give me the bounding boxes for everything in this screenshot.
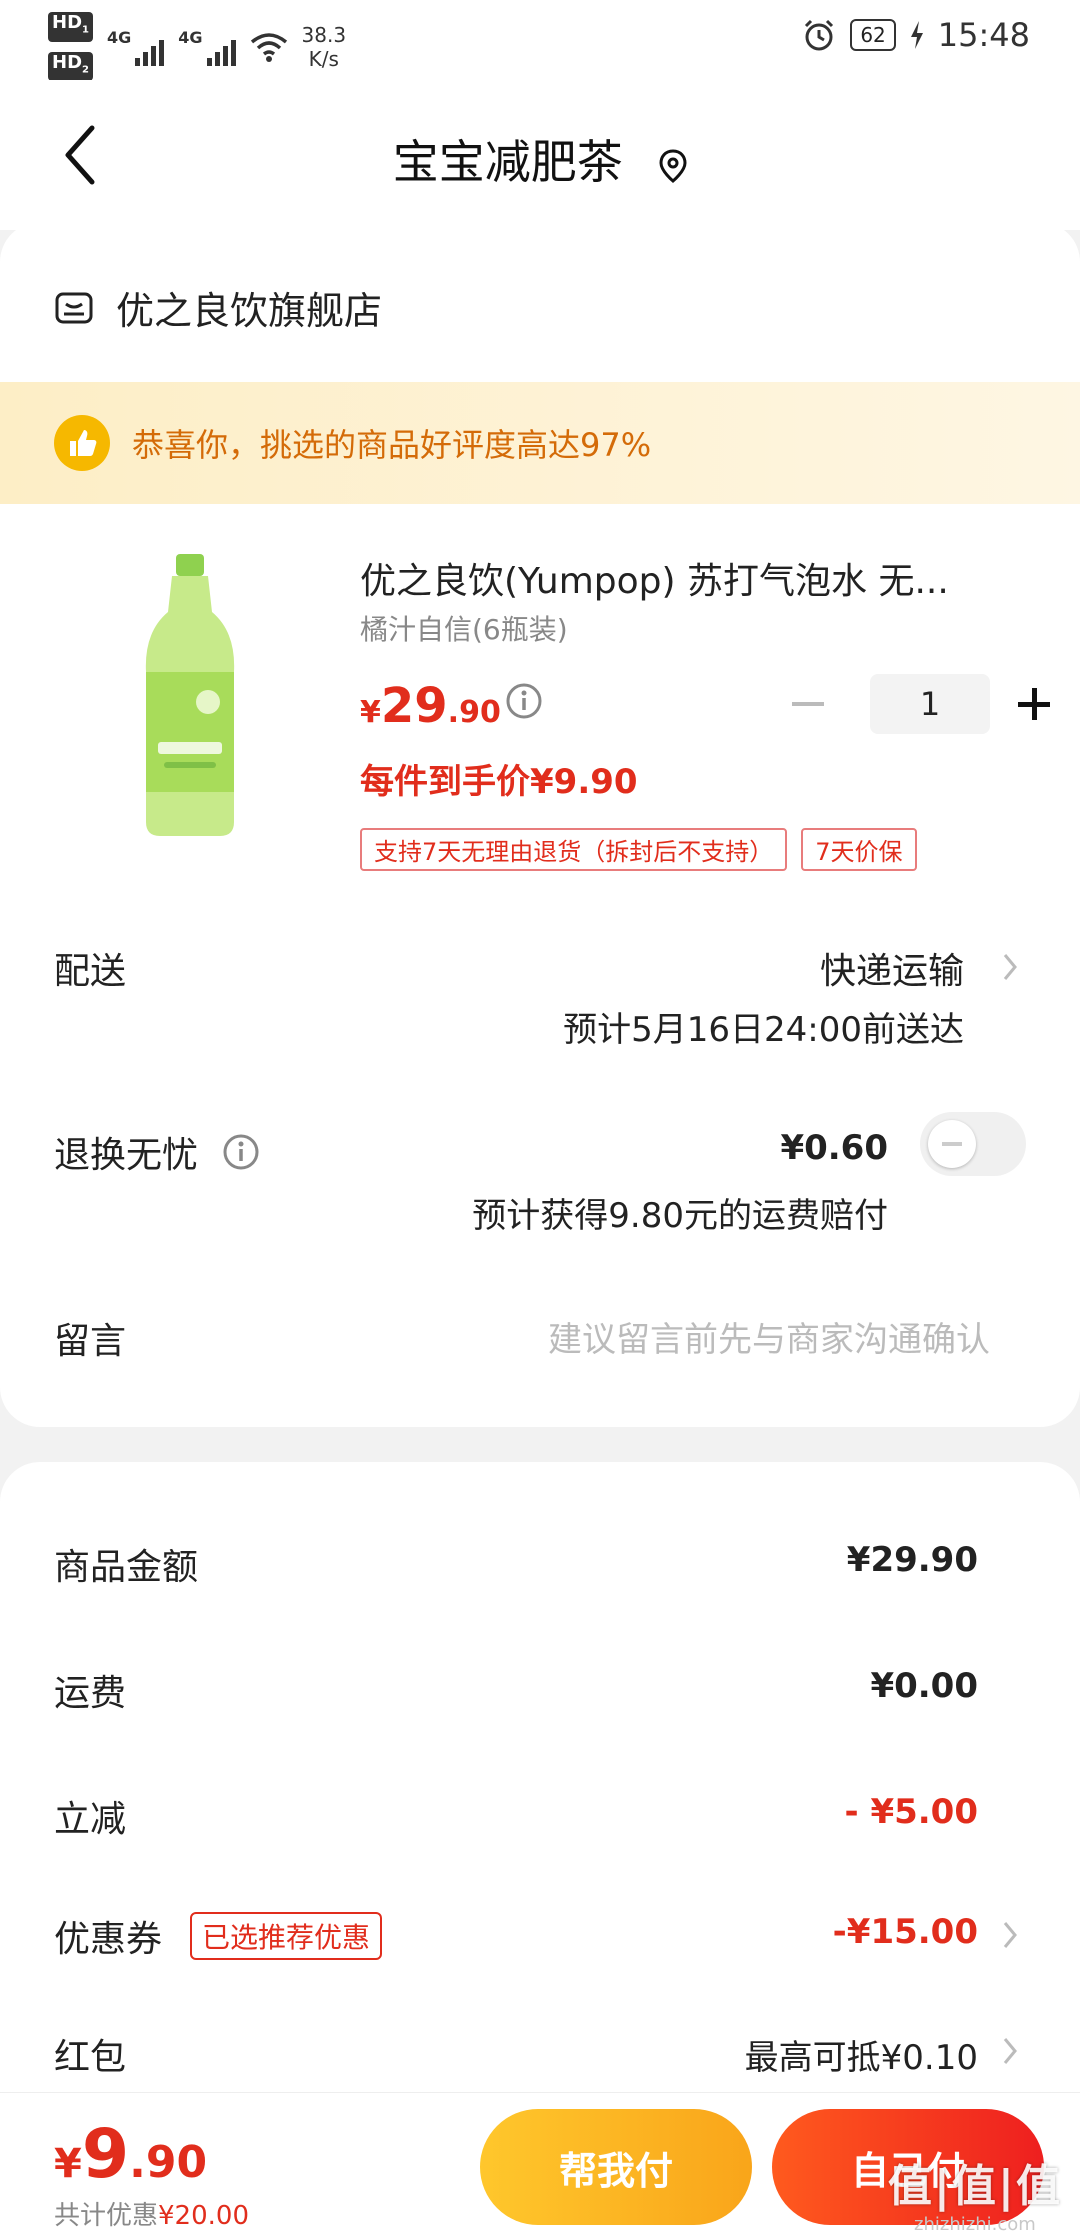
total-price: ¥ 9 .90: [54, 2115, 207, 2194]
product-title[interactable]: 优之良饮(Yumpop) 苏打气泡水 无...: [360, 552, 1010, 604]
service-tags: 支持7天无理由退货（拆封后不支持） 7天价保: [360, 828, 917, 871]
price-integer: 29: [380, 678, 448, 734]
returns-row-label: 退换无忧: [54, 1126, 260, 1178]
signal-2-icon: 4G: [178, 27, 236, 66]
store-icon: [55, 292, 93, 323]
price-protect-tag[interactable]: 7天价保: [801, 828, 917, 871]
increase-button[interactable]: [1012, 682, 1056, 726]
coupon-tag[interactable]: 已选推荐优惠: [190, 1912, 383, 1960]
order-card: 优之良饮旗舰店 恭喜你，挑选的商品好评度高达97% 优之良饮(Yumpop) 苏…: [0, 222, 1080, 1427]
speed-value: 38.3: [301, 22, 347, 47]
message-input[interactable]: 建议留言前先与商家沟通确认: [548, 1312, 990, 1361]
status-bar: HD1 HD2 4G 4G 38.3 K/s 62 15:48: [0, 0, 1080, 82]
delivery-label: 配送: [54, 951, 127, 992]
chevron-right-icon[interactable]: [1000, 1918, 1020, 1952]
returns-estimate: 预计获得9.80元的运费赔付: [472, 1196, 888, 1236]
delivery-estimate: 预计5月16日24:00前送达: [563, 1010, 964, 1050]
rating-banner: 恭喜你，挑选的商品好评度高达97%: [0, 382, 1080, 504]
discount-label: 立减: [54, 1799, 127, 1840]
decrease-button[interactable]: [786, 682, 830, 726]
total-symbol: ¥: [54, 2141, 82, 2187]
hd1-badge: HD1: [48, 12, 93, 42]
return-policy-tag[interactable]: 支持7天无理由退货（拆封后不支持）: [360, 828, 788, 871]
goods-amount-label: 商品金额: [54, 1547, 199, 1588]
price-symbol: ¥: [360, 695, 381, 730]
signal-1-icon: 4G: [106, 27, 165, 66]
total-integer: 9: [81, 2115, 130, 2194]
rating-banner-text: 恭喜你，挑选的商品好评度高达97%: [132, 426, 652, 464]
watermark-logo: 值|值|值: [887, 2161, 1062, 2212]
quantity-stepper: 1: [786, 674, 1056, 734]
signal-1-label: 4G: [106, 27, 132, 47]
discount-value: - ¥5.00: [844, 1792, 979, 1832]
status-left: HD1 HD2 4G 4G 38.3 K/s: [48, 12, 347, 82]
wifi-icon: [250, 32, 287, 62]
price-info-icon[interactable]: [505, 682, 543, 720]
product-sku[interactable]: 橘汁自信(6瓶装): [360, 608, 568, 648]
page-title-text: 宝宝减肥茶: [392, 135, 623, 189]
saving-label: 共计优惠: [54, 2201, 159, 2231]
alarm-icon: [805, 19, 834, 51]
battery-level: 62: [850, 19, 896, 51]
returns-price: ¥0.60: [780, 1128, 888, 1168]
hd-indicators: HD1 HD2: [48, 12, 93, 82]
price-decimal: .90: [447, 695, 501, 730]
charging-icon: [910, 21, 923, 49]
chevron-right-icon[interactable]: [1000, 2034, 1020, 2068]
chevron-right-icon[interactable]: [1000, 950, 1020, 984]
watermark-url: zhizhizhi.com: [914, 2214, 1036, 2235]
help-pay-button[interactable]: 帮我付: [480, 2109, 752, 2225]
quantity-value[interactable]: 1: [870, 674, 990, 734]
coupon-label: 优惠券: [54, 1919, 163, 1960]
store-name: 优之良饮旗舰店: [116, 289, 383, 333]
delivery-method[interactable]: 快递运输: [820, 942, 964, 994]
location-pin-icon: [659, 148, 687, 183]
redpacket-value[interactable]: 最高可抵¥0.10: [745, 2030, 978, 2079]
clock: 15:48: [937, 16, 1030, 54]
saving-value: ¥20.00: [158, 2201, 249, 2231]
order-confirm-page: HD1 HD2 4G 4G 38.3 K/s 62 15:48 宝宝减肥茶 优之…: [0, 0, 1080, 2240]
status-right: 62 15:48: [802, 16, 1030, 54]
network-speed: 38.3 K/s: [302, 23, 347, 71]
returns-label: 退换无忧: [54, 1135, 199, 1176]
goods-amount-value: ¥29.90: [846, 1540, 978, 1580]
total-saving: 共计优惠¥20.00: [54, 2195, 249, 2232]
thumbs-up-icon: [54, 415, 110, 471]
signal-2-label: 4G: [178, 27, 203, 47]
page-title[interactable]: 宝宝减肥茶: [0, 126, 1080, 192]
total-decimal: .90: [129, 2137, 208, 2188]
message-label: 留言: [54, 1321, 127, 1362]
hd2-badge: HD2: [48, 51, 93, 82]
hand-price: 每件到手价¥9.90: [360, 762, 638, 802]
nav-bar: 宝宝减肥茶: [0, 80, 1080, 230]
store-row[interactable]: 优之良饮旗舰店: [54, 280, 382, 335]
returns-toggle[interactable]: [920, 1112, 1026, 1176]
redpacket-label: 红包: [54, 2037, 127, 2078]
product-image[interactable]: [120, 552, 260, 842]
speed-unit: K/s: [308, 46, 339, 71]
site-watermark: 值|值|值 zhizhizhi.com: [888, 2150, 1062, 2235]
product-price: ¥ 29 .90: [360, 678, 501, 734]
shipping-fee-value: ¥0.00: [870, 1666, 978, 1706]
shipping-fee-label: 运费: [54, 1673, 127, 1714]
returns-info-icon[interactable]: [222, 1133, 260, 1171]
coupon-value[interactable]: -¥15.00: [833, 1912, 978, 1952]
